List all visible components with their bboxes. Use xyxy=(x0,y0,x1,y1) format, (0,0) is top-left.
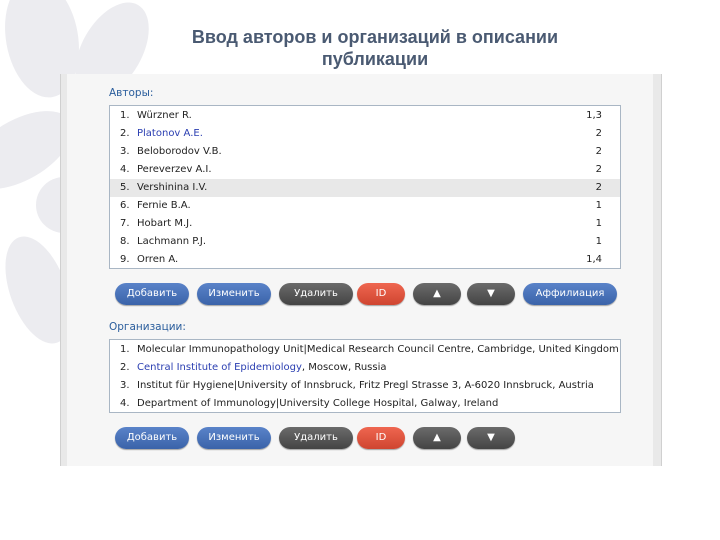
author-affiliation: 1 xyxy=(595,218,602,229)
author-affiliation: 2 xyxy=(595,164,602,175)
author-name: Pereverzev A.I. xyxy=(137,164,212,175)
author-row-2[interactable]: 2. Platonov A.E. 2 xyxy=(110,125,620,143)
move-author-down-button[interactable]: ▼ xyxy=(467,283,515,305)
organization-row-3[interactable]: 3. Institut für Hygiene|University of In… xyxy=(110,377,620,395)
author-affiliation: 2 xyxy=(595,146,602,157)
author-name: Hobart M.J. xyxy=(137,218,193,229)
author-number: 9. xyxy=(120,254,130,265)
author-row-4[interactable]: 4. Pereverzev A.I. 2 xyxy=(110,161,620,179)
author-affiliation: 1,4 xyxy=(586,254,602,265)
organization-number: 2. xyxy=(120,362,130,373)
move-organization-up-button[interactable]: ▲ xyxy=(413,427,461,449)
organization-name: Central Institute of Epidemiology, Mosco… xyxy=(137,359,387,377)
author-name: Vershinina I.V. xyxy=(137,182,208,193)
author-row-7[interactable]: 7. Hobart M.J. 1 xyxy=(110,215,620,233)
edit-author-button[interactable]: Изменить xyxy=(197,283,271,305)
author-name: Orren A. xyxy=(137,254,179,265)
move-organization-down-button[interactable]: ▼ xyxy=(467,427,515,449)
organization-name: Institut für Hygiene|University of Innsb… xyxy=(137,380,594,391)
authors-label: Авторы: xyxy=(109,87,154,99)
move-author-up-button[interactable]: ▲ xyxy=(413,283,461,305)
author-number: 2. xyxy=(120,128,130,139)
author-number: 3. xyxy=(120,146,130,157)
author-number: 4. xyxy=(120,164,130,175)
organization-name: Molecular Immunopathology Unit|Medical R… xyxy=(137,344,619,355)
author-row-8[interactable]: 8. Lachmann P.J. 1 xyxy=(110,233,620,251)
organizations-label: Организации: xyxy=(109,321,186,333)
author-row-6[interactable]: 6. Fernie B.A. 1 xyxy=(110,197,620,215)
author-affiliation: 2 xyxy=(595,182,602,193)
author-row-9[interactable]: 9. Orren A. 1,4 xyxy=(110,251,620,269)
organization-number: 3. xyxy=(120,380,130,391)
publication-panel: Авторы: 1. Würzner R. 1,3 2. Platonov A.… xyxy=(67,74,653,466)
author-row-5-selected[interactable]: 5. Vershinina I.V. 2 xyxy=(110,179,620,197)
author-number: 8. xyxy=(120,236,130,247)
author-name: Fernie B.A. xyxy=(137,200,191,211)
organization-id-button[interactable]: ID xyxy=(357,427,405,449)
slide-title: Ввод авторов и организаций в описании пу… xyxy=(100,26,650,70)
author-affiliation: 1,3 xyxy=(586,110,602,121)
author-affiliation: 2 xyxy=(595,128,602,139)
organization-name: Department of Immunology|University Coll… xyxy=(137,398,499,409)
screenshot-frame: Авторы: 1. Würzner R. 1,3 2. Platonov A.… xyxy=(60,74,662,466)
author-affiliation: 1 xyxy=(595,200,602,211)
author-number: 5. xyxy=(120,182,130,193)
author-number: 1. xyxy=(120,110,130,121)
author-id-button[interactable]: ID xyxy=(357,283,405,305)
organization-row-1[interactable]: 1. Molecular Immunopathology Unit|Medica… xyxy=(110,341,620,359)
author-row-1[interactable]: 1. Würzner R. 1,3 xyxy=(110,107,620,125)
organization-number: 4. xyxy=(120,398,130,409)
author-row-3[interactable]: 3. Beloborodov V.B. 2 xyxy=(110,143,620,161)
authors-list[interactable]: 1. Würzner R. 1,3 2. Platonov A.E. 2 3. … xyxy=(109,105,621,269)
author-name: Lachmann P.J. xyxy=(137,236,207,247)
slide-title-line2: публикации xyxy=(321,49,429,69)
slide-title-line1: Ввод авторов и организаций в описании xyxy=(191,27,559,47)
author-number: 6. xyxy=(120,200,130,211)
author-affiliation: 1 xyxy=(595,236,602,247)
add-author-button[interactable]: Добавить xyxy=(115,283,189,305)
organization-name-link[interactable]: Central Institute of Epidemiology xyxy=(137,362,302,373)
author-name: Platonov A.E. xyxy=(137,128,203,139)
delete-author-button[interactable]: Удалить xyxy=(279,283,353,305)
add-organization-button[interactable]: Добавить xyxy=(115,427,189,449)
edit-organization-button[interactable]: Изменить xyxy=(197,427,271,449)
author-number: 7. xyxy=(120,218,130,229)
organization-location: , Moscow, Russia xyxy=(301,362,387,373)
delete-organization-button[interactable]: Удалить xyxy=(279,427,353,449)
organization-row-2[interactable]: 2. Central Institute of Epidemiology, Mo… xyxy=(110,359,620,377)
affiliation-button[interactable]: Аффилиация xyxy=(523,283,617,305)
author-name: Beloborodov V.B. xyxy=(137,146,222,157)
author-name: Würzner R. xyxy=(137,110,192,121)
organizations-list[interactable]: 1. Molecular Immunopathology Unit|Medica… xyxy=(109,339,621,413)
organization-row-4[interactable]: 4. Department of Immunology|University C… xyxy=(110,395,620,413)
organization-number: 1. xyxy=(120,344,130,355)
